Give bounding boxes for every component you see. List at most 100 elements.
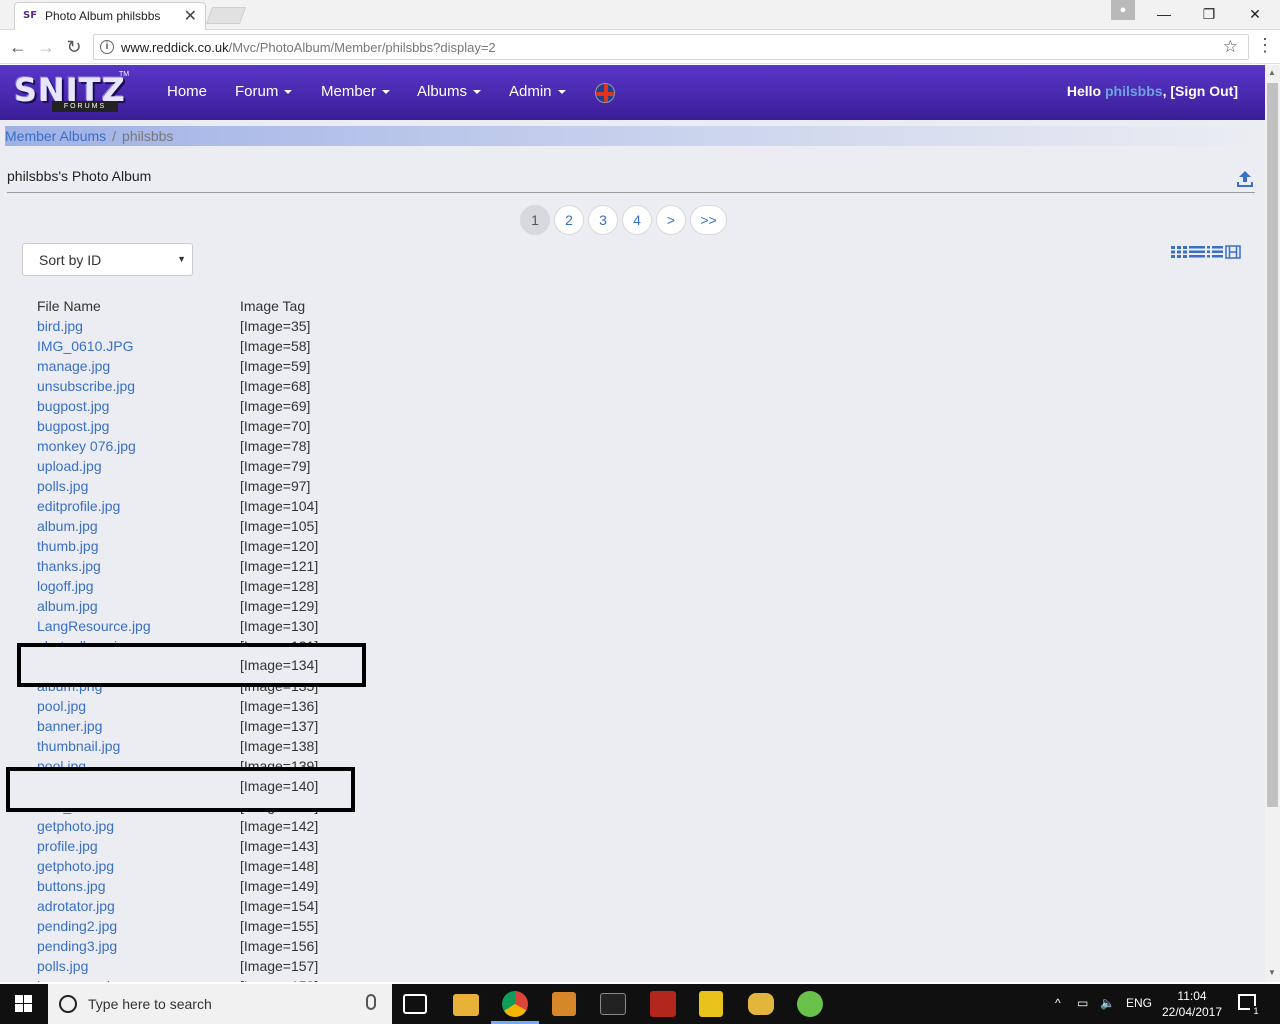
page-scrollbar[interactable]: ▲ ▼ [1265,65,1280,982]
scroll-up-arrow-icon[interactable]: ▲ [1268,68,1276,77]
page-3-button[interactable]: 3 [588,205,618,235]
file-name-link[interactable]: bugpost.jpg [37,398,109,414]
image-tag: [Image=149] [240,878,319,894]
nav-admin[interactable]: Admin [509,83,566,100]
snitz-logo[interactable]: SNITZ FORUMS TM [14,71,129,113]
filmstrip-view-icon[interactable] [1225,245,1241,259]
sort-select[interactable]: Sort by ID ▼ [22,243,193,276]
breadcrumb-separator: / [112,128,117,144]
site-navbar: SNITZ FORUMS TM Home Forum Member Albums… [0,65,1265,120]
file-name-link[interactable]: thanks.jpg [37,558,101,574]
filezilla-icon[interactable] [650,991,676,1017]
file-name-link[interactable]: pool.jpg [37,698,86,714]
taskbar-clock[interactable]: 11:04 22/04/2017 [1160,988,1224,1020]
file-name-link[interactable]: logoff.jpg [37,578,94,594]
nav-member[interactable]: Member [321,83,391,100]
file-name-link[interactable]: polls.jpg [37,958,88,974]
task-view-icon[interactable] [403,994,427,1014]
file-name-link[interactable]: unsubscribe.jpg [37,378,135,394]
scroll-down-arrow-icon[interactable]: ▼ [1268,968,1276,977]
browser-tab[interactable]: SF Photo Album philsbbs ✕ [14,2,206,30]
nav-home-label: Home [167,83,208,100]
image-tag: [Image=78] [240,438,311,454]
file-name-link[interactable]: bird.jpg [37,318,83,334]
table-row: homepage.jpg [Image=158] [0,978,400,982]
volume-icon[interactable]: 🔈 [1100,996,1115,1010]
file-explorer-icon[interactable] [453,994,479,1016]
file-name-link[interactable]: album.jpg [37,518,98,534]
clock-time: 11:04 [1177,989,1207,1003]
user-profile-icon[interactable]: ● [1111,0,1135,20]
minimize-button[interactable]: — [1141,2,1187,26]
nav-home[interactable]: Home [167,83,207,100]
app-icon[interactable] [797,991,823,1017]
show-hidden-icons-icon[interactable]: ^ [1055,996,1061,1010]
page-1-button[interactable]: 1 [520,205,550,235]
language-indicator[interactable]: ENG [1126,996,1152,1010]
file-name-link[interactable]: thumb.jpg [37,538,98,554]
file-name-link[interactable]: buttons.jpg [37,878,106,894]
file-name-link[interactable]: pending3.jpg [37,938,117,954]
network-icon[interactable]: ▭ [1077,996,1088,1010]
forward-arrow-icon[interactable]: → [35,36,57,58]
file-name-link[interactable]: album.jpg [37,598,98,614]
file-name-link[interactable]: profile.jpg [37,838,98,854]
file-name-link[interactable]: getphoto.jpg [37,818,114,834]
url-text[interactable]: www.reddick.co.uk/Mvc/PhotoAlbum/Member/… [121,40,496,55]
file-name-link[interactable]: polls.jpg [37,478,88,494]
upload-icon[interactable] [1235,169,1255,189]
close-tab-icon[interactable]: ✕ [184,6,197,26]
file-name-link[interactable]: LangResource.jpg [37,618,151,634]
file-name-link[interactable]: adrotator.jpg [37,898,115,914]
image-tag: [Image=158] [240,978,318,982]
image-tag: [Image=69] [240,398,311,414]
file-name-link[interactable]: pending2.jpg [37,918,117,934]
last-page-button[interactable]: >> [690,205,727,235]
back-arrow-icon[interactable]: ← [7,36,29,58]
file-name-link[interactable]: manage.jpg [37,358,110,374]
reload-icon[interactable]: ↻ [63,36,85,58]
grid-view-icon[interactable] [1171,245,1187,259]
next-page-button[interactable]: > [656,205,686,235]
close-window-button[interactable]: ✕ [1232,2,1278,26]
windows-start-button[interactable] [0,984,48,1024]
caret-down-icon [382,90,391,95]
file-name-link[interactable]: monkey 076.jpg [37,438,136,454]
microphone-icon[interactable] [366,994,376,1010]
breadcrumb-current: philsbbs [122,128,174,144]
breadcrumb-member-albums[interactable]: Member Albums [5,128,106,144]
file-name-link[interactable]: upload.jpg [37,458,102,474]
browser-menu-icon[interactable]: ⋮ [1256,35,1274,56]
taskbar-search-box[interactable]: Type here to search [48,984,392,1024]
file-name-link[interactable]: thumbnail.jpg [37,738,120,754]
command-prompt-icon[interactable] [600,993,626,1015]
app-icon[interactable] [699,991,723,1017]
app-icon[interactable] [552,992,576,1016]
file-name-link[interactable]: bugpost.jpg [37,418,109,434]
address-bar[interactable]: i www.reddick.co.uk/Mvc/PhotoAlbum/Membe… [93,34,1249,60]
file-name-link[interactable]: getphoto.jpg [37,858,114,874]
image-tag: [Image=154] [240,898,319,914]
scrollbar-thumb[interactable] [1267,83,1278,807]
language-flag-icon[interactable] [595,83,615,103]
file-name-link[interactable]: banner.jpg [37,718,102,734]
file-name-link[interactable]: editprofile.jpg [37,498,120,514]
nav-forum-label: Forum [235,83,279,100]
info-icon[interactable]: i [100,40,114,54]
username-link[interactable]: philsbbs [1105,83,1163,99]
nav-albums[interactable]: Albums [417,83,482,100]
page-2-button[interactable]: 2 [554,205,584,235]
bookmark-star-icon[interactable]: ☆ [1223,37,1238,57]
maximize-button[interactable]: ❐ [1186,2,1232,26]
new-tab-button[interactable] [205,7,247,24]
file-name-link[interactable]: homepage.jpg [37,978,126,982]
nav-forum[interactable]: Forum [235,83,293,100]
page-4-button[interactable]: 4 [622,205,652,235]
app-icon[interactable] [748,993,774,1015]
chrome-icon[interactable] [502,991,528,1017]
signout-link[interactable]: , [Sign Out] [1163,83,1238,99]
windows-logo-icon [24,1004,32,1012]
list-view-icon[interactable] [1189,245,1205,259]
file-name-link[interactable]: IMG_0610.JPG [37,338,134,354]
detail-list-view-icon[interactable] [1207,245,1223,259]
